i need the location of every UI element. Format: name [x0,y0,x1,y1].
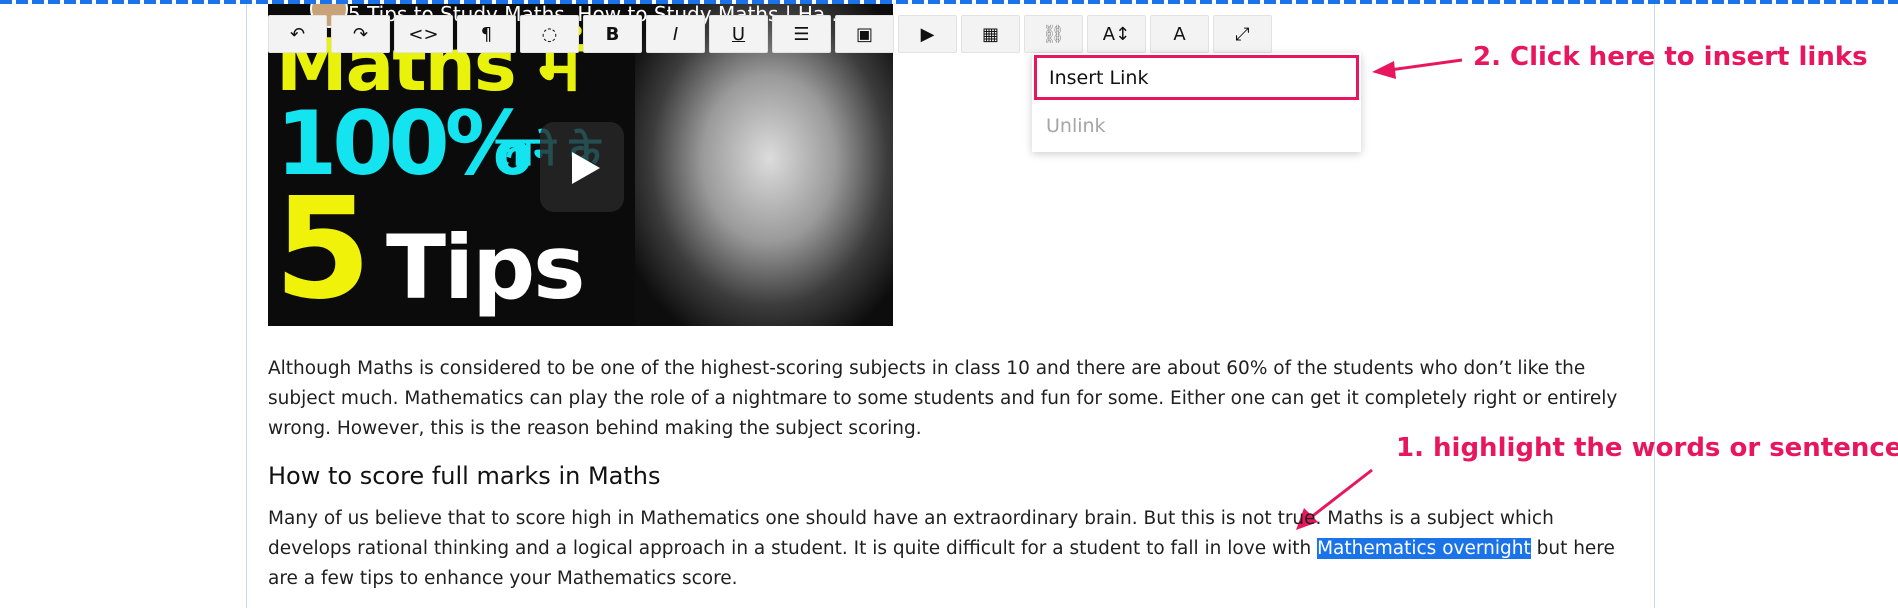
arrow-to-insert-link [1372,58,1463,79]
article-paragraph-1-text: Although Maths is considered to be one o… [268,358,1618,439]
article-paragraph-1[interactable]: Although Maths is considered to be one o… [268,354,1618,444]
article-paragraph-2[interactable]: Many of us believe that to score high in… [268,504,1618,594]
article-paragraph-2-text: Many of us believe that to score high in… [268,504,1618,594]
selected-text[interactable]: Mathematics overnight [1317,538,1531,559]
article-heading[interactable]: How to score full marks in Maths [268,462,660,490]
